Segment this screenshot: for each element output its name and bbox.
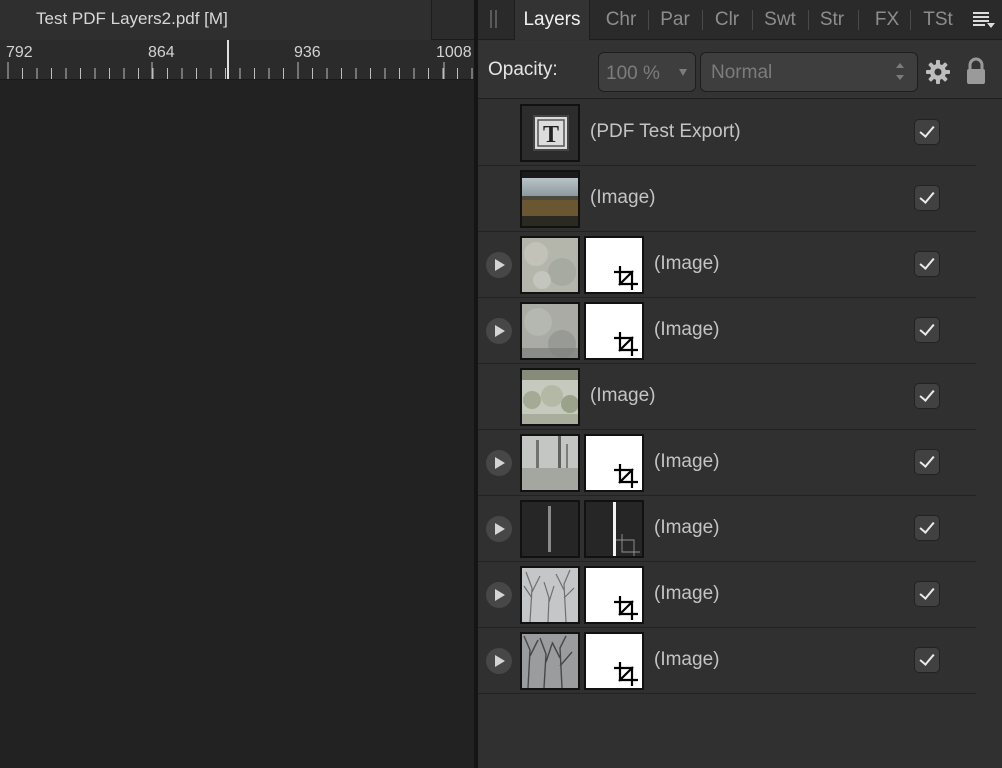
mask-thumbnail[interactable]	[584, 434, 644, 492]
tab-separator	[752, 10, 753, 30]
expand-arrow-icon[interactable]	[486, 450, 512, 476]
visibility-checkbox[interactable]	[914, 185, 940, 211]
layer-row[interactable]: (Image)	[478, 364, 976, 430]
expand-arrow-icon[interactable]	[486, 582, 512, 608]
tab-tst[interactable]: TSt	[916, 0, 960, 40]
visibility-checkbox[interactable]	[914, 515, 940, 541]
updown-arrows-icon	[895, 61, 905, 83]
ruler-label: 1008	[436, 44, 472, 61]
layer-name[interactable]: (Image)	[590, 385, 655, 407]
panel-gutter	[976, 100, 1002, 768]
tab-layers[interactable]: Layers	[514, 0, 590, 40]
blend-mode-select[interactable]: Normal	[700, 52, 918, 92]
mask-thumbnail[interactable]	[584, 566, 644, 624]
expand-arrow-icon[interactable]	[486, 252, 512, 278]
mask-thumbnail[interactable]	[584, 500, 644, 558]
grip-icon[interactable]	[490, 10, 498, 28]
layer-row[interactable]: (Image)	[478, 628, 976, 694]
layers-panel: Layers Chr Par Clr Swt Str FX TSt Opacit…	[478, 0, 1002, 768]
tab-separator	[702, 10, 703, 30]
mask-thumbnail[interactable]	[584, 632, 644, 690]
document-title: Test PDF Layers2.pdf [M]	[36, 9, 228, 28]
layer-thumbnail[interactable]	[520, 632, 580, 690]
layer-thumbnail[interactable]	[520, 302, 580, 360]
visibility-checkbox[interactable]	[914, 581, 940, 607]
layer-thumbnail[interactable]	[520, 566, 580, 624]
blend-mode-value: Normal	[711, 62, 773, 83]
tab-chr[interactable]: Chr	[596, 0, 646, 40]
panel-menu-icon[interactable]	[971, 9, 995, 31]
layer-row[interactable]: (Image)	[478, 496, 976, 562]
ruler-label: 792	[6, 44, 33, 61]
layer-row[interactable]: T (PDF Test Export)	[478, 100, 976, 166]
layer-row[interactable]: (Image)	[478, 430, 976, 496]
panel-tab-strip: Layers Chr Par Clr Swt Str FX TSt	[478, 0, 1002, 40]
layer-name[interactable]: (Image)	[654, 253, 719, 275]
layer-thumbnail[interactable]	[520, 434, 580, 492]
layer-name[interactable]: (Image)	[654, 319, 719, 341]
layer-name[interactable]: (Image)	[654, 583, 719, 605]
tab-fx[interactable]: FX	[870, 0, 904, 40]
layer-name[interactable]: (Image)	[654, 649, 719, 671]
visibility-checkbox[interactable]	[914, 251, 940, 277]
visibility-checkbox[interactable]	[914, 119, 940, 145]
layer-row[interactable]: (Image)	[478, 232, 976, 298]
horizontal-ruler[interactable]: 792 864 936 1008	[0, 40, 474, 80]
gear-icon[interactable]	[924, 58, 952, 86]
expand-arrow-icon[interactable]	[486, 516, 512, 542]
tab-separator	[648, 10, 649, 30]
tab-separator	[858, 10, 859, 30]
ruler-label: 864	[148, 44, 175, 61]
lock-icon[interactable]	[964, 56, 988, 86]
expand-arrow-icon[interactable]	[486, 318, 512, 344]
tab-separator	[808, 10, 809, 30]
tab-str[interactable]: Str	[810, 0, 854, 40]
layer-name[interactable]: (Image)	[590, 187, 655, 209]
mask-thumbnail[interactable]	[584, 302, 644, 360]
layer-thumbnail[interactable]	[520, 170, 580, 228]
document-tab-bar: Test PDF Layers2.pdf [M]	[0, 0, 474, 40]
document-tab[interactable]: Test PDF Layers2.pdf [M]	[0, 0, 432, 40]
chevron-down-icon	[679, 69, 687, 76]
visibility-checkbox[interactable]	[914, 647, 940, 673]
tab-swt[interactable]: Swt	[754, 0, 806, 40]
opacity-value: 100 %	[606, 63, 660, 84]
ruler-ticks	[7, 40, 473, 79]
svg-text:T: T	[543, 122, 559, 148]
layer-thumbnail[interactable]: T	[520, 104, 580, 162]
visibility-checkbox[interactable]	[914, 317, 940, 343]
document-canvas[interactable]	[0, 81, 474, 768]
layers-toolbar: Opacity: 100 % Normal	[478, 41, 1002, 99]
layer-row[interactable]: (Image)	[478, 166, 976, 232]
document-area: Test PDF Layers2.pdf [M] 792 864 936 100…	[0, 0, 474, 768]
layer-thumbnail[interactable]	[520, 368, 580, 426]
layer-row[interactable]: (Image)	[478, 298, 976, 364]
tab-separator	[910, 10, 911, 30]
tab-clr[interactable]: Clr	[704, 0, 750, 40]
layer-row[interactable]: (Image)	[478, 562, 976, 628]
tab-par[interactable]: Par	[650, 0, 700, 40]
layer-thumbnail[interactable]	[520, 500, 580, 558]
ruler-label: 936	[294, 44, 321, 61]
expand-arrow-icon[interactable]	[486, 648, 512, 674]
layer-thumbnail[interactable]	[520, 236, 580, 294]
opacity-label: Opacity:	[488, 59, 558, 80]
layer-name[interactable]: (Image)	[654, 517, 719, 539]
opacity-dropdown[interactable]: 100 %	[598, 52, 696, 92]
mask-thumbnail[interactable]	[584, 236, 644, 294]
layer-name[interactable]: (PDF Test Export)	[590, 121, 741, 143]
visibility-checkbox[interactable]	[914, 383, 940, 409]
layer-name[interactable]: (Image)	[654, 451, 719, 473]
visibility-checkbox[interactable]	[914, 449, 940, 475]
